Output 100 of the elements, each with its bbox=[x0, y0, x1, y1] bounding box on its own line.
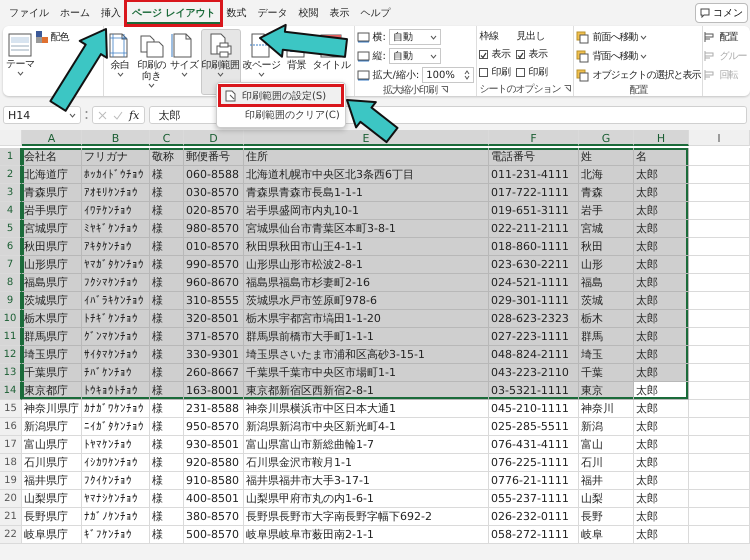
checkbox-box[interactable] bbox=[516, 68, 526, 76]
ribbon-tab[interactable]: 数式 bbox=[221, 2, 252, 24]
table-cell: 太郎 bbox=[634, 382, 689, 400]
table-cell: 茨城県庁 bbox=[22, 292, 82, 310]
check-icon[interactable] bbox=[113, 110, 123, 120]
row-header[interactable]: 3 bbox=[0, 184, 22, 202]
table-cell: 太郎 bbox=[634, 166, 689, 184]
row-header[interactable]: 2 bbox=[0, 166, 22, 184]
table-cell: 様 bbox=[150, 400, 184, 418]
table-cell: 0776-21-1111 bbox=[489, 472, 579, 490]
dropdown-field[interactable]: 自動 bbox=[388, 29, 441, 45]
row-header[interactable]: 12 bbox=[0, 346, 22, 364]
checkbox-label[interactable]: 印刷 bbox=[491, 65, 510, 79]
table-cell: 様 bbox=[150, 346, 184, 364]
column-header[interactable]: C bbox=[150, 130, 184, 146]
checkbox-label[interactable]: 印刷 bbox=[528, 65, 548, 79]
column-header[interactable]: E bbox=[244, 130, 489, 146]
row-header[interactable]: 13 bbox=[0, 364, 22, 382]
row-header[interactable]: 20 bbox=[0, 490, 22, 508]
column-header[interactable]: G bbox=[579, 130, 634, 146]
table-cell: 様 bbox=[150, 274, 184, 292]
printer-page-icon bbox=[208, 32, 234, 59]
spinner-field[interactable]: 100% bbox=[422, 67, 474, 83]
row-header[interactable]: 16 bbox=[0, 418, 22, 436]
insert-function-button[interactable]: fx bbox=[129, 108, 140, 122]
row-header[interactable]: 15 bbox=[0, 400, 22, 418]
ribbon-button[interactable]: オブジェクトの選択と表示 bbox=[576, 67, 700, 83]
dialog-launcher-icon[interactable] bbox=[440, 86, 448, 93]
checkbox-box[interactable] bbox=[479, 50, 488, 58]
row-header[interactable]: 11 bbox=[0, 328, 22, 346]
row-header[interactable]: 14 bbox=[0, 382, 22, 400]
row-header[interactable]: 8 bbox=[0, 274, 22, 292]
ribbon-button[interactable]: 余白 bbox=[106, 29, 134, 95]
table-cell: 027-223-1111 bbox=[489, 328, 579, 346]
table-cell: 028-623-2323 bbox=[489, 310, 579, 328]
ribbon-button[interactable]: 印刷の向き bbox=[135, 29, 168, 95]
ribbon-button[interactable]: サイズ bbox=[169, 29, 200, 95]
table-cell: 太郎 bbox=[634, 490, 689, 508]
comment-button[interactable]: コメン bbox=[695, 3, 748, 23]
table-cell: 山形 bbox=[579, 256, 634, 274]
empty-cell bbox=[689, 526, 750, 544]
ribbon-tab[interactable]: データ bbox=[252, 2, 292, 24]
table-cell: 太郎 bbox=[634, 184, 689, 202]
table-cell: 長野 bbox=[579, 508, 634, 526]
menu-item[interactable]: 印刷範囲の設定(S) bbox=[221, 87, 341, 104]
row-header[interactable]: 17 bbox=[0, 436, 22, 454]
table-cell: 045-210-1111 bbox=[489, 400, 579, 418]
row-header[interactable]: 9 bbox=[0, 292, 22, 310]
row-header[interactable]: 22 bbox=[0, 526, 22, 544]
row-header[interactable]: 18 bbox=[0, 454, 22, 472]
table-cell: ﾆｲｶﾞﾀｹﾝﾁｮｳ bbox=[82, 418, 150, 436]
field-label: 縦: bbox=[372, 50, 386, 63]
table-cell: 青森県青森市長島1-1-1 bbox=[244, 184, 489, 202]
row-header[interactable]: 19 bbox=[0, 472, 22, 490]
column-header[interactable]: B bbox=[82, 130, 150, 146]
table-cell: 055-237-1111 bbox=[489, 490, 579, 508]
dialog-launcher-icon[interactable] bbox=[564, 85, 572, 92]
row-header[interactable]: 4 bbox=[0, 202, 22, 220]
ribbon-button[interactable]: 配置 bbox=[704, 29, 746, 45]
menu-item[interactable]: 印刷範囲のクリア(C) bbox=[221, 106, 341, 123]
name-box[interactable]: H14 bbox=[3, 106, 81, 124]
table-cell: 様 bbox=[150, 166, 184, 184]
column-header[interactable]: F bbox=[489, 130, 579, 146]
checkbox-box[interactable] bbox=[516, 50, 526, 58]
ribbon-tab[interactable]: ホーム bbox=[55, 2, 95, 24]
row-header[interactable]: 6 bbox=[0, 238, 22, 256]
ribbon-tab[interactable]: 挿入 bbox=[96, 2, 126, 24]
table-cell: 秋田県庁 bbox=[22, 238, 82, 256]
row-header[interactable]: 1 bbox=[0, 148, 22, 166]
table-cell: 秋田県秋田市山王4-1-1 bbox=[244, 238, 489, 256]
row-header[interactable]: 5 bbox=[0, 220, 22, 238]
ribbon-tab[interactable]: 表示 bbox=[324, 2, 354, 24]
table-cell: 栃木県宇都宮市塙田1-1-20 bbox=[244, 310, 489, 328]
checkbox-box[interactable] bbox=[479, 68, 488, 76]
table-cell: 060-8588 bbox=[184, 166, 244, 184]
spinner-arrows-icon[interactable] bbox=[464, 70, 470, 80]
ribbon-tab[interactable]: ページ レイアウト bbox=[127, 2, 220, 24]
column-header[interactable]: H bbox=[634, 130, 689, 146]
table-cell: 太郎 bbox=[634, 256, 689, 274]
column-header[interactable]: I bbox=[689, 130, 750, 146]
ribbon-tab[interactable]: ファイル bbox=[4, 2, 54, 24]
row-header[interactable]: 10 bbox=[0, 310, 22, 328]
dropdown-field[interactable]: 自動 bbox=[388, 48, 441, 64]
theme-button[interactable]: テーマ bbox=[5, 29, 36, 95]
option-heading: 枠線 bbox=[479, 30, 500, 44]
column-header[interactable]: D bbox=[184, 130, 244, 146]
column-header[interactable]: A bbox=[22, 130, 82, 146]
checkbox-label[interactable]: 表示 bbox=[528, 47, 548, 61]
ribbon-button[interactable]: 背面へ移動 bbox=[576, 48, 700, 64]
checkbox-label[interactable]: 表示 bbox=[491, 47, 510, 61]
row-header[interactable]: 7 bbox=[0, 256, 22, 274]
table-cell: 福島県庁 bbox=[22, 274, 82, 292]
ribbon-tab[interactable]: ヘルプ bbox=[355, 2, 396, 24]
table-cell: 北海道札幌市中央区北3条西6丁目 bbox=[244, 166, 489, 184]
ribbon-button[interactable]: 前面へ移動 bbox=[576, 29, 700, 45]
colors-button[interactable]: 配色 bbox=[36, 29, 68, 45]
table-cell: 郵便番号 bbox=[184, 148, 244, 166]
field-label: 横: bbox=[372, 30, 386, 44]
row-header[interactable]: 21 bbox=[0, 508, 22, 526]
ribbon-tab[interactable]: 校閲 bbox=[293, 2, 324, 24]
